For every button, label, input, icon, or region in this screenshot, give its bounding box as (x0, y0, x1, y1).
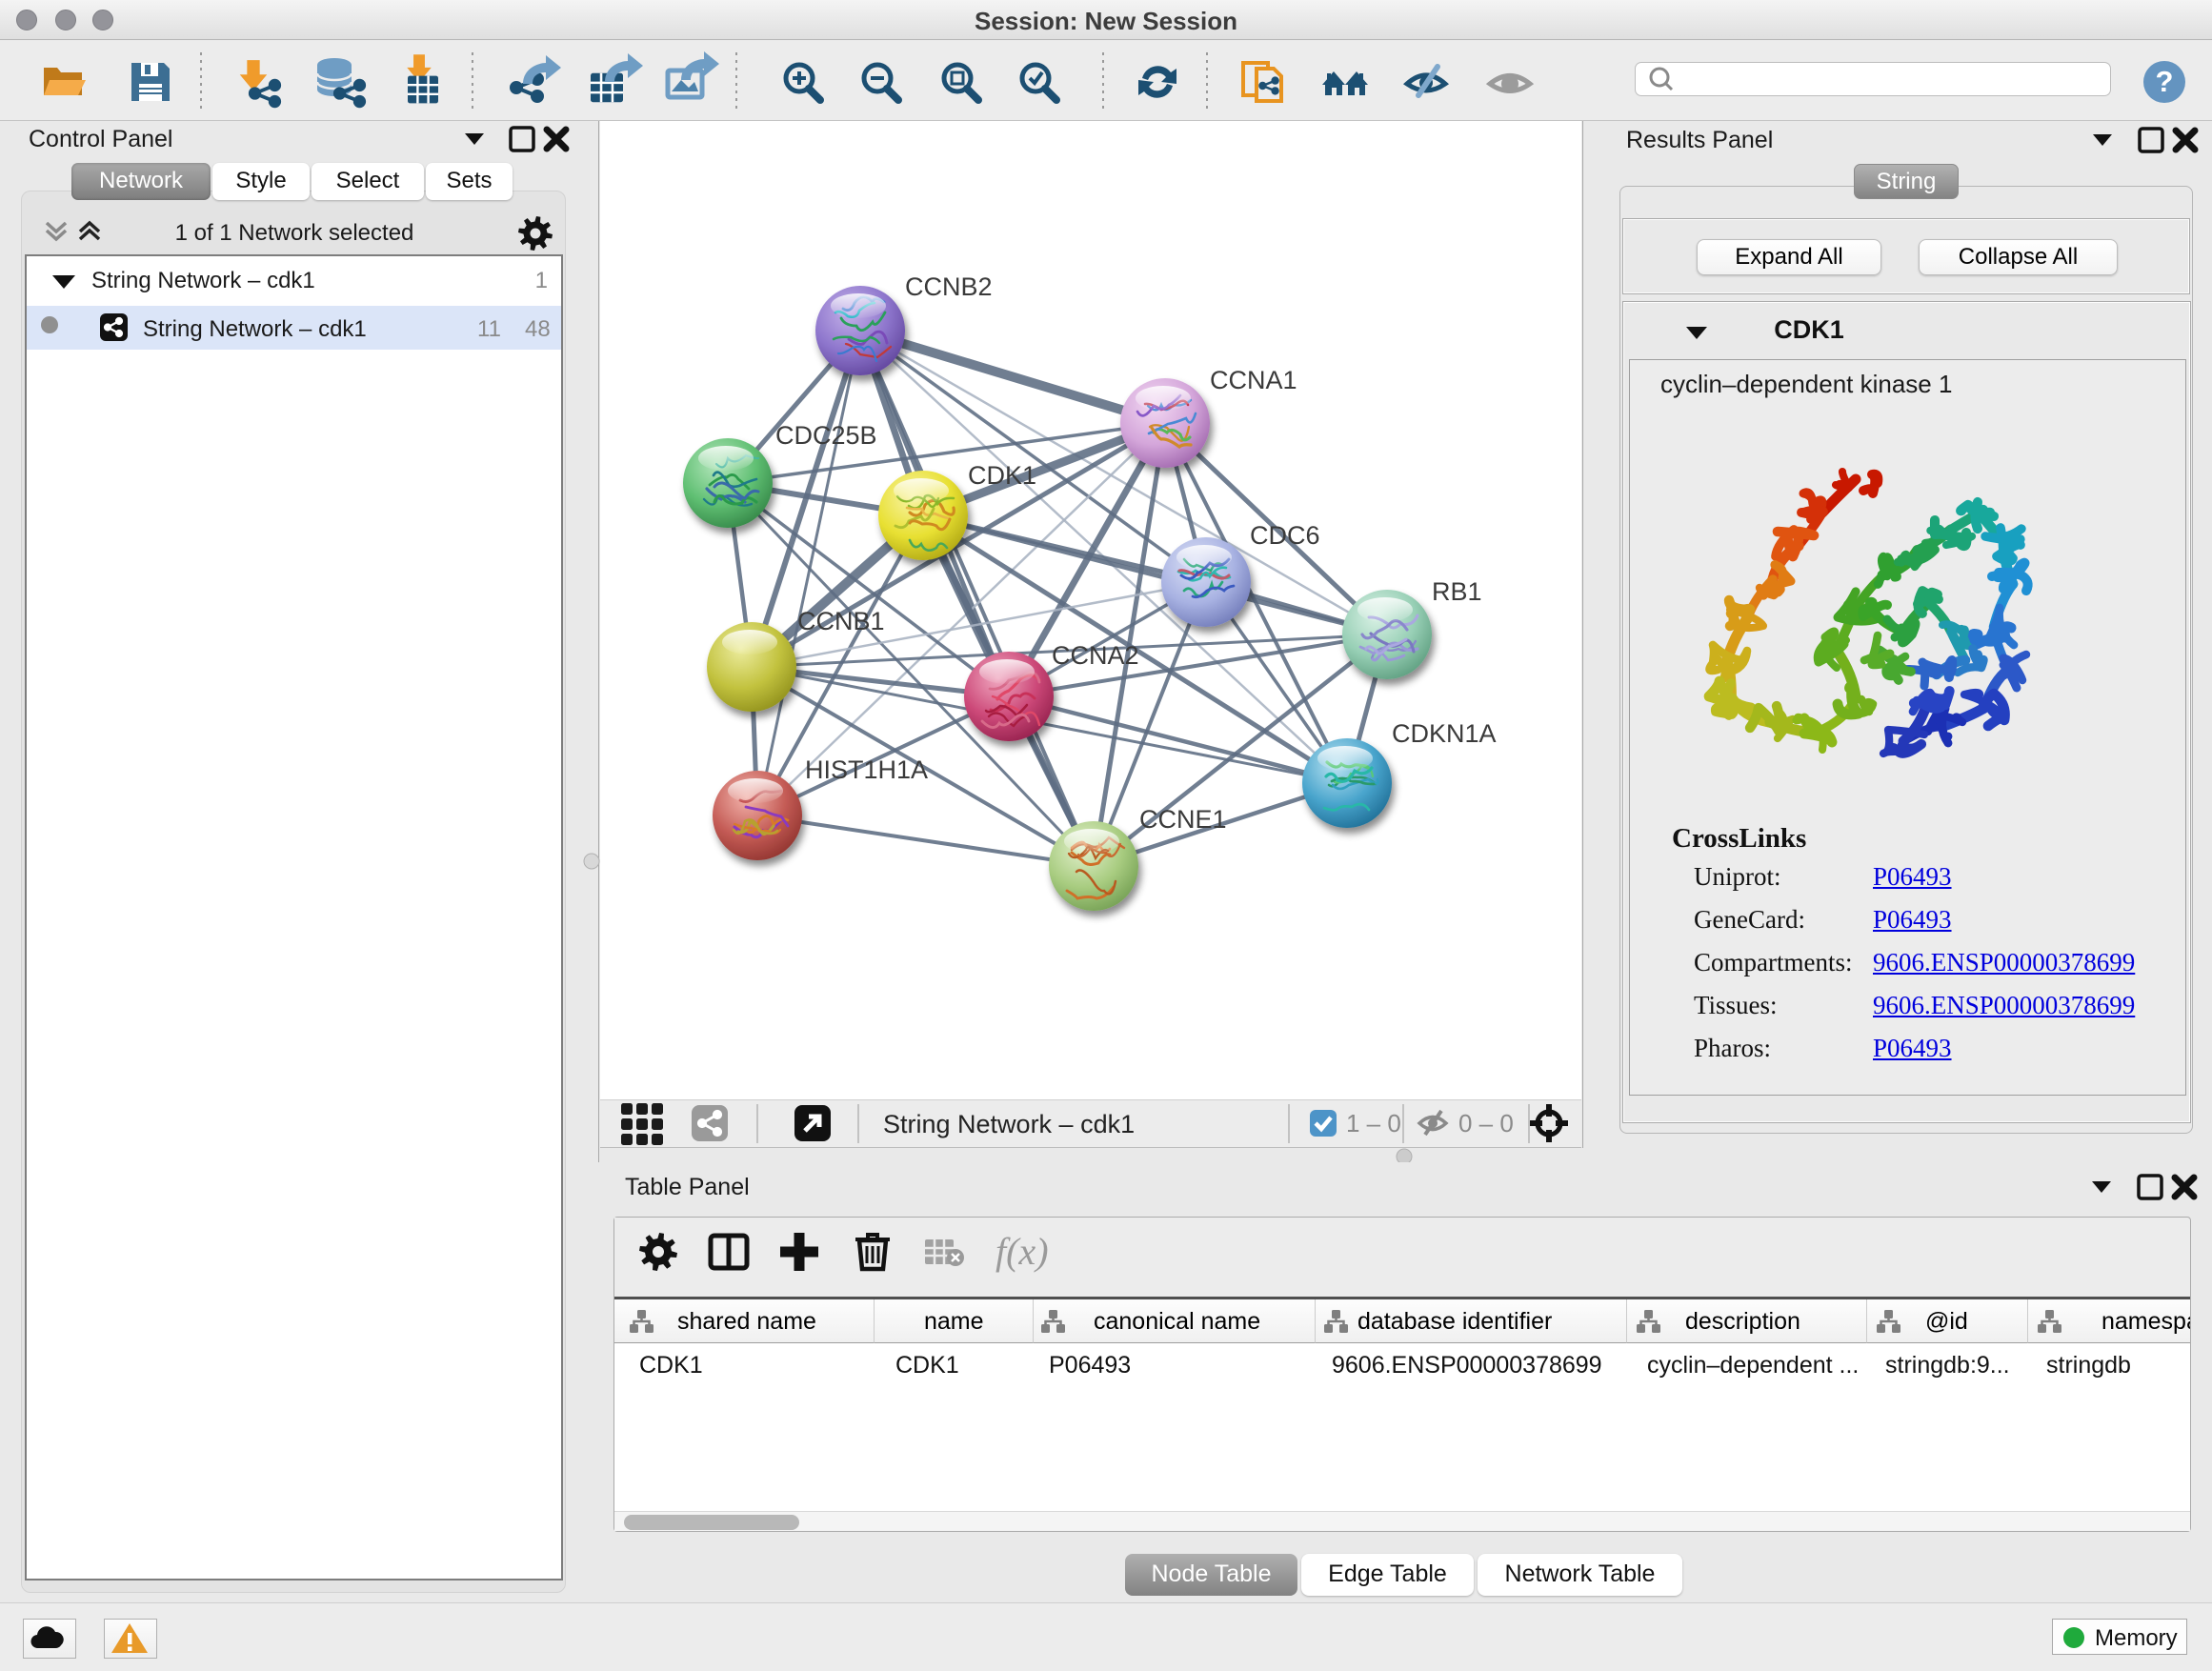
svg-text:CCNE1: CCNE1 (1139, 805, 1227, 834)
svg-text:1 – 0: 1 – 0 (1346, 1109, 1401, 1137)
svg-text:CDK1: CDK1 (968, 461, 1036, 490)
svg-text:CCNB2: CCNB2 (905, 272, 993, 301)
svg-text:String Network – cdk1: String Network – cdk1 (883, 1110, 1135, 1138)
svg-text:f(x): f(x) (995, 1230, 1049, 1273)
svg-text:CCNB1: CCNB1 (797, 607, 885, 635)
svg-text:0 – 0: 0 – 0 (1458, 1109, 1514, 1137)
svg-text:CCNA2: CCNA2 (1052, 641, 1139, 670)
svg-text:CDKN1A: CDKN1A (1392, 719, 1497, 748)
svg-text:RB1: RB1 (1432, 577, 1482, 606)
svg-text:CDC6: CDC6 (1250, 521, 1320, 550)
svg-text:?: ? (2156, 65, 2174, 98)
svg-text:CDC25B: CDC25B (775, 421, 877, 450)
svg-text:CCNA1: CCNA1 (1210, 366, 1297, 394)
svg-text:HIST1H1A: HIST1H1A (805, 755, 928, 784)
